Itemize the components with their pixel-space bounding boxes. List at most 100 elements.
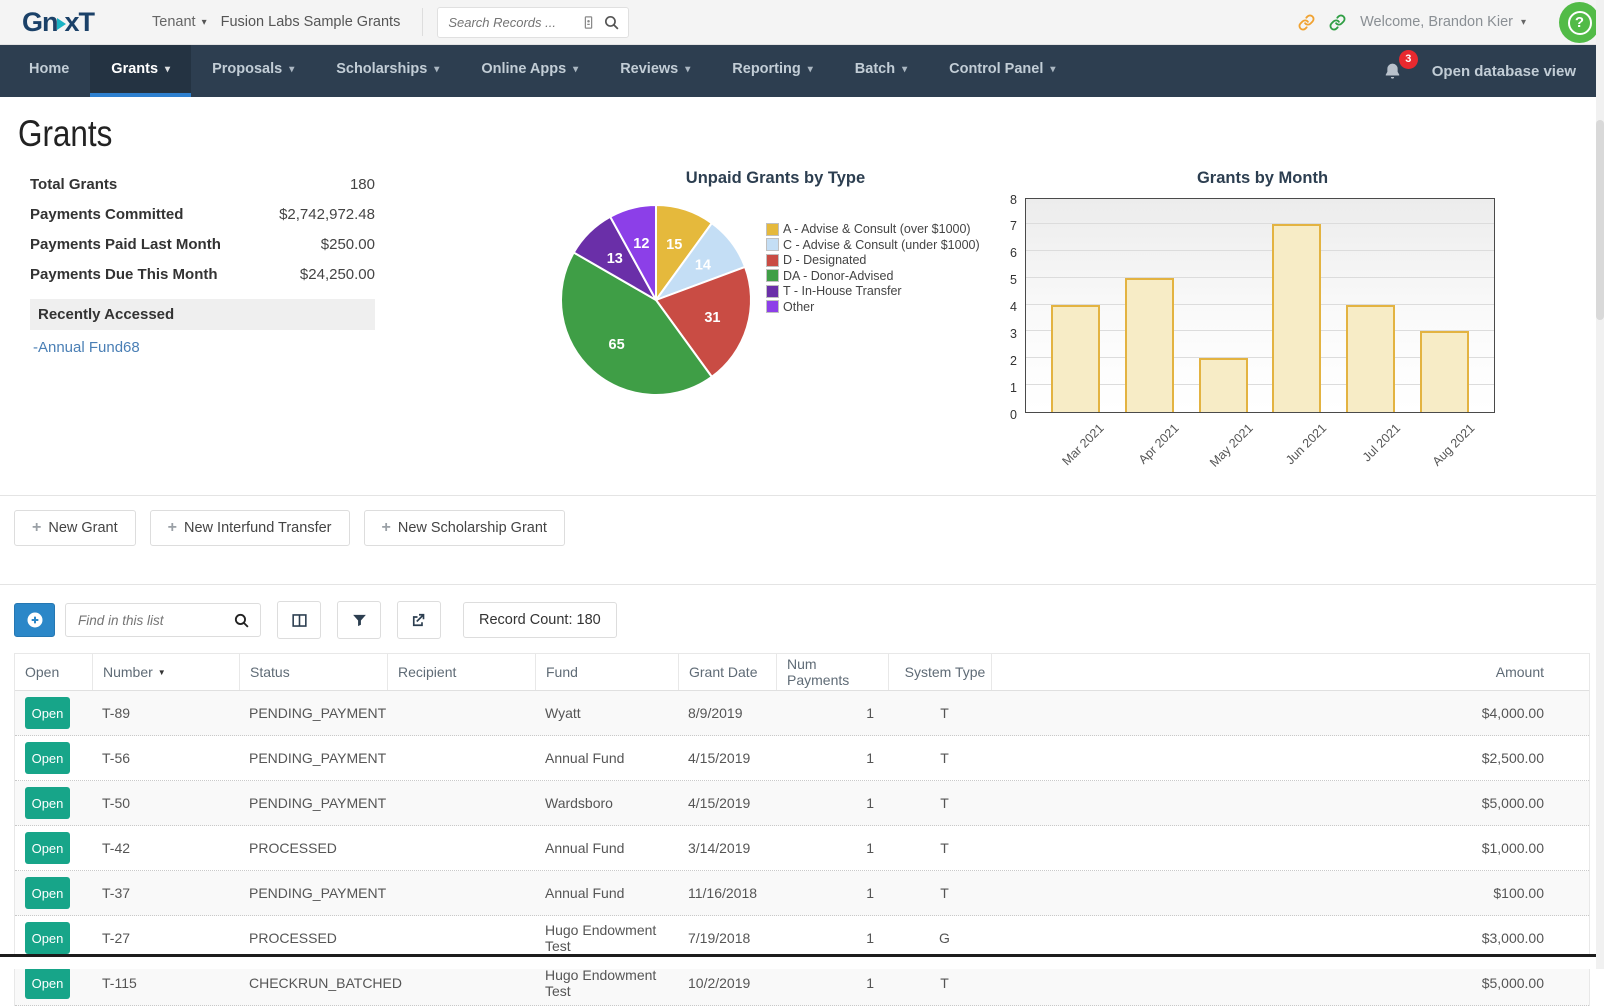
- stat-value: $24,250.00: [300, 266, 375, 283]
- cell-amount: $3,000.00: [991, 926, 1589, 950]
- open-record-button[interactable]: Open: [25, 787, 70, 819]
- nav-item-home[interactable]: Home: [8, 45, 90, 97]
- id-card-icon: [581, 15, 596, 30]
- x-tick-label: Aug 2021: [1430, 421, 1478, 469]
- nav-item-reporting[interactable]: Reporting▾: [711, 45, 834, 97]
- stat-value: $2,742,972.48: [279, 206, 375, 223]
- search-icon[interactable]: [233, 612, 250, 629]
- nav-items: HomeGrants▾Proposals▾Scholarships▾Online…: [8, 45, 1076, 97]
- y-tick-label: 1: [997, 381, 1017, 395]
- help-button[interactable]: ?: [1559, 2, 1600, 43]
- pie-slice-label: 12: [633, 236, 649, 252]
- notifications-button[interactable]: 3: [1383, 62, 1402, 81]
- chevron-down-icon: ▾: [573, 64, 578, 75]
- x-tick: Apr 2021: [1124, 413, 1173, 475]
- column-header-number[interactable]: Number▼: [92, 654, 239, 690]
- pie-slice-label: 13: [607, 251, 623, 267]
- stat-row: Total Grants180: [30, 169, 375, 199]
- table-row: OpenT-37PENDING_PAYMENTAnnual Fund11/16/…: [15, 871, 1589, 916]
- cell-status: PENDING_PAYMENT: [239, 881, 387, 905]
- nav-item-control-panel[interactable]: Control Panel▾: [928, 45, 1076, 97]
- link-icon-orange[interactable]: [1298, 14, 1315, 31]
- chevron-down-icon: ▾: [1050, 64, 1055, 75]
- filter-icon: [351, 612, 368, 629]
- y-tick-label: 5: [997, 273, 1017, 287]
- tenant-label: Tenant: [152, 14, 196, 30]
- notification-badge: 3: [1399, 50, 1418, 69]
- table-row: OpenT-50PENDING_PAYMENTWardsboro4/15/201…: [15, 781, 1589, 826]
- bar-plot-area: [1025, 198, 1495, 413]
- recently-accessed-link[interactable]: -Annual Fund68: [33, 339, 140, 356]
- column-header-recipient[interactable]: Recipient: [387, 654, 535, 690]
- cell-number: T-42: [92, 836, 239, 860]
- tenant-dropdown[interactable]: Tenant ▾: [152, 14, 207, 30]
- search-icon[interactable]: [603, 14, 620, 31]
- cell-num-payments: 1: [776, 746, 888, 770]
- cell-num-payments: 1: [776, 971, 888, 995]
- open-record-button[interactable]: Open: [25, 832, 70, 864]
- column-header-label: Status: [250, 664, 290, 680]
- find-in-list[interactable]: [65, 603, 261, 637]
- new-scholarship-grant-button[interactable]: + New Scholarship Grant: [364, 510, 565, 546]
- scrollbar-thumb[interactable]: [1596, 120, 1604, 320]
- open-record-button[interactable]: Open: [25, 877, 70, 909]
- pie-slice-label: 31: [704, 310, 720, 326]
- column-header-status[interactable]: Status: [239, 654, 387, 690]
- table-header-row: OpenNumber▼ Status RecipientFundGrant Date…: [15, 654, 1589, 691]
- stats-panel: Total Grants180Payments Committed$2,742,…: [30, 169, 375, 356]
- pie-chart: 151431651312: [558, 198, 754, 398]
- pie-legend: A - Advise & Consult (over $1000)C - Adv…: [766, 222, 980, 398]
- nav-item-batch[interactable]: Batch▾: [834, 45, 928, 97]
- bar: [1272, 224, 1321, 412]
- cell-grant-date: 3/14/2019: [678, 836, 776, 860]
- find-in-list-input[interactable]: [76, 612, 233, 629]
- link-icon-green[interactable]: [1329, 14, 1346, 31]
- columns-button[interactable]: [277, 601, 321, 639]
- column-header-amount[interactable]: Amount: [991, 654, 1589, 690]
- cell-fund: Annual Fund: [535, 836, 678, 860]
- nav-item-scholarships[interactable]: Scholarships▾: [315, 45, 460, 97]
- bar-chart-title: Grants by Month: [1025, 169, 1500, 188]
- global-search-input[interactable]: [446, 14, 581, 31]
- open-record-button[interactable]: Open: [25, 742, 70, 774]
- cell-fund: Hugo Endowment Test: [535, 963, 678, 1003]
- stat-row: Payments Committed$2,742,972.48: [30, 199, 375, 229]
- column-header-num-payments[interactable]: Num Payments: [776, 654, 888, 690]
- column-header-system-type[interactable]: System Type: [888, 654, 991, 690]
- new-interfund-transfer-button[interactable]: + New Interfund Transfer: [150, 510, 350, 546]
- global-search[interactable]: [437, 7, 629, 38]
- columns-icon: [290, 611, 309, 630]
- app-logo[interactable]: GnxT: [22, 7, 94, 38]
- open-record-button[interactable]: Open: [25, 697, 70, 729]
- cell-number: T-89: [92, 701, 239, 725]
- filter-button[interactable]: [337, 601, 381, 639]
- new-grant-button[interactable]: + New Grant: [14, 510, 136, 546]
- chevron-down-icon: ▾: [902, 64, 907, 75]
- nav-item-online-apps[interactable]: Online Apps▾: [460, 45, 599, 97]
- user-menu[interactable]: Welcome, Brandon Kier ▾: [1360, 14, 1526, 30]
- export-icon: [410, 611, 428, 629]
- nav-item-proposals[interactable]: Proposals▾: [191, 45, 315, 97]
- open-record-button[interactable]: Open: [25, 922, 70, 954]
- open-record-button[interactable]: Open: [25, 967, 70, 999]
- export-button[interactable]: [397, 601, 441, 639]
- pie-slice-label: 65: [609, 337, 625, 353]
- column-header-grant-date[interactable]: Grant Date: [678, 654, 776, 690]
- cell-amount: $5,000.00: [991, 791, 1589, 815]
- column-header-label: System Type: [905, 664, 986, 680]
- column-header-fund[interactable]: Fund: [535, 654, 678, 690]
- legend-item: A - Advise & Consult (over $1000): [766, 222, 980, 236]
- add-record-button[interactable]: [14, 603, 55, 637]
- stat-row: Payments Paid Last Month$250.00: [30, 229, 375, 259]
- sort-desc-icon: ▼: [158, 668, 166, 677]
- open-database-view-link[interactable]: Open database view: [1432, 63, 1576, 80]
- y-tick-label: 2: [997, 354, 1017, 368]
- nav-item-grants[interactable]: Grants▾: [90, 45, 191, 97]
- nav-item-reviews[interactable]: Reviews▾: [599, 45, 711, 97]
- cell-grant-date: 10/2/2019: [678, 971, 776, 995]
- logo-text-right: xT: [65, 7, 95, 38]
- page-scrollbar[interactable]: [1596, 0, 1604, 969]
- column-header-open[interactable]: Open: [15, 654, 92, 690]
- cell-recipient: [387, 799, 535, 807]
- cell-recipient: [387, 979, 535, 987]
